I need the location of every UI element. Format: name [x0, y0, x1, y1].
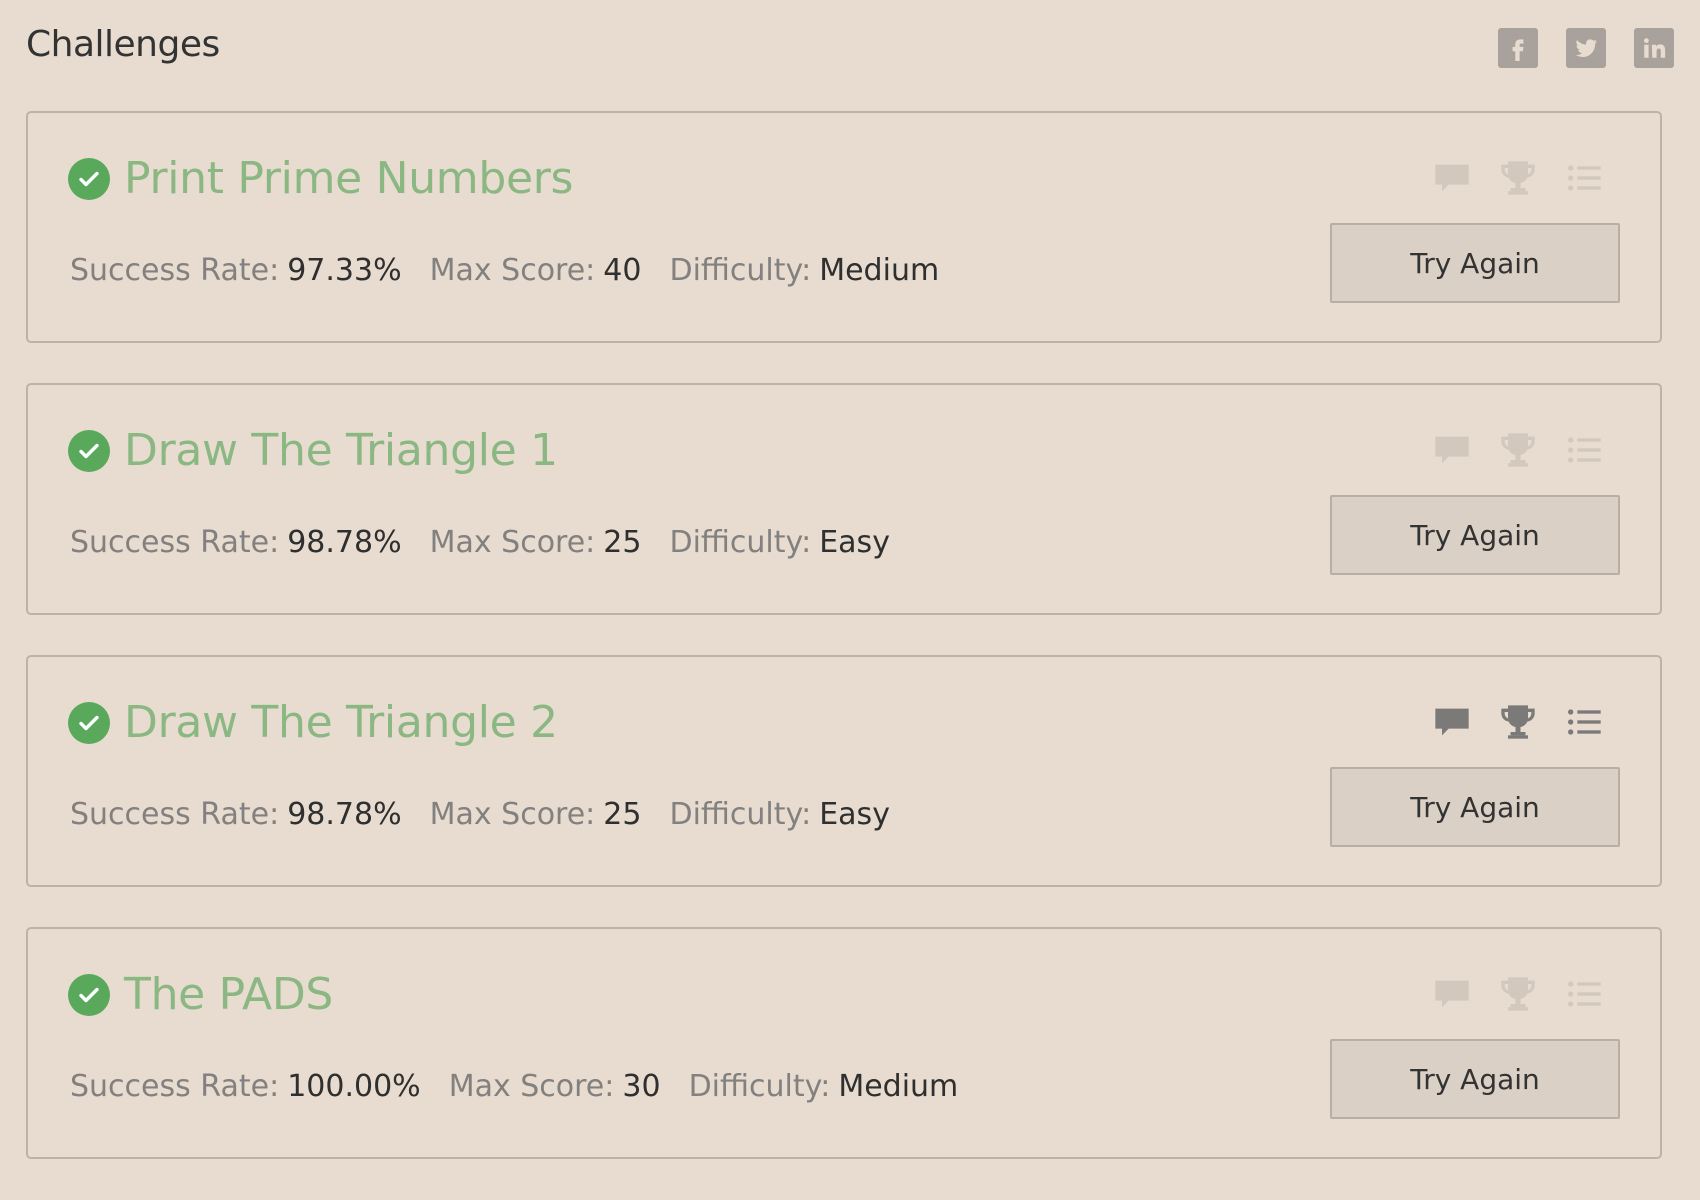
challenge-list: Print Prime Numbers Success Rate: 97.33%…	[26, 111, 1662, 1199]
discussion-icon[interactable]	[1431, 157, 1473, 199]
challenge-card: The PADS Success Rate: 100.00% Max Score…	[26, 927, 1662, 1159]
challenge-card: Draw The Triangle 2 Success Rate: 98.78%…	[26, 655, 1662, 887]
difficulty-label: Difficulty:	[669, 253, 812, 288]
difficulty: Difficulty: Medium	[689, 1069, 959, 1104]
success-rate-label: Success Rate:	[70, 253, 280, 288]
facebook-icon[interactable]	[1498, 28, 1538, 68]
difficulty-value: Medium	[819, 253, 940, 288]
page-title: Challenges	[26, 24, 220, 65]
challenge-stats: Success Rate: 98.78% Max Score: 25 Diffi…	[70, 525, 890, 560]
max-score: Max Score: 30	[449, 1069, 661, 1104]
try-again-button[interactable]: Try Again	[1330, 495, 1620, 575]
card-title-row: The PADS	[68, 969, 333, 1020]
max-score: Max Score: 25	[430, 797, 642, 832]
max-score-value: 40	[603, 253, 642, 288]
card-title-row: Draw The Triangle 2	[68, 697, 558, 748]
discussion-icon[interactable]	[1431, 973, 1473, 1015]
twitter-icon[interactable]	[1566, 28, 1606, 68]
challenge-title[interactable]: Draw The Triangle 1	[124, 425, 558, 476]
max-score-value: 30	[622, 1069, 661, 1104]
card-actions	[1431, 973, 1605, 1015]
leaderboard-list-icon[interactable]	[1563, 429, 1605, 471]
difficulty: Difficulty: Easy	[669, 797, 889, 832]
challenge-stats: Success Rate: 100.00% Max Score: 30 Diff…	[70, 1069, 958, 1104]
challenge-stats: Success Rate: 97.33% Max Score: 40 Diffi…	[70, 253, 939, 288]
challenge-card: Print Prime Numbers Success Rate: 97.33%…	[26, 111, 1662, 343]
max-score-label: Max Score:	[448, 1069, 615, 1104]
solved-check-icon	[68, 157, 110, 200]
max-score-label: Max Score:	[429, 797, 596, 832]
trophy-icon[interactable]	[1497, 429, 1539, 471]
difficulty-value: Easy	[819, 797, 890, 832]
challenge-card: Draw The Triangle 1 Success Rate: 98.78%…	[26, 383, 1662, 615]
max-score: Max Score: 40	[430, 253, 642, 288]
max-score-value: 25	[603, 797, 642, 832]
card-actions	[1431, 157, 1605, 199]
difficulty-value: Medium	[838, 1069, 959, 1104]
success-rate-label: Success Rate:	[70, 525, 280, 560]
difficulty-label: Difficulty:	[669, 797, 812, 832]
discussion-icon[interactable]	[1431, 429, 1473, 471]
page-header: Challenges	[26, 0, 1674, 96]
success-rate: Success Rate: 97.33%	[70, 253, 402, 288]
success-rate-value: 98.78%	[287, 797, 402, 832]
social-links	[1498, 28, 1674, 68]
max-score-label: Max Score:	[429, 253, 596, 288]
success-rate-value: 97.33%	[287, 253, 402, 288]
challenge-title[interactable]: Draw The Triangle 2	[124, 697, 558, 748]
difficulty-label: Difficulty:	[688, 1069, 831, 1104]
difficulty-label: Difficulty:	[669, 525, 812, 560]
success-rate: Success Rate: 100.00%	[70, 1069, 421, 1104]
difficulty-value: Easy	[819, 525, 890, 560]
success-rate-value: 98.78%	[287, 525, 402, 560]
discussion-icon[interactable]	[1431, 701, 1473, 743]
card-actions	[1431, 429, 1605, 471]
solved-check-icon	[68, 701, 110, 744]
difficulty: Difficulty: Medium	[669, 253, 939, 288]
success-rate-label: Success Rate:	[70, 797, 280, 832]
solved-check-icon	[68, 973, 110, 1016]
success-rate: Success Rate: 98.78%	[70, 525, 402, 560]
leaderboard-list-icon[interactable]	[1563, 973, 1605, 1015]
card-title-row: Draw The Triangle 1	[68, 425, 558, 476]
max-score-label: Max Score:	[429, 525, 596, 560]
challenge-title[interactable]: Print Prime Numbers	[124, 153, 573, 204]
try-again-button[interactable]: Try Again	[1330, 767, 1620, 847]
trophy-icon[interactable]	[1497, 701, 1539, 743]
success-rate: Success Rate: 98.78%	[70, 797, 402, 832]
difficulty: Difficulty: Easy	[669, 525, 889, 560]
success-rate-label: Success Rate:	[70, 1069, 280, 1104]
try-again-button[interactable]: Try Again	[1330, 223, 1620, 303]
leaderboard-list-icon[interactable]	[1563, 157, 1605, 199]
trophy-icon[interactable]	[1497, 157, 1539, 199]
success-rate-value: 100.00%	[287, 1069, 421, 1104]
max-score: Max Score: 25	[430, 525, 642, 560]
leaderboard-list-icon[interactable]	[1563, 701, 1605, 743]
solved-check-icon	[68, 429, 110, 472]
linkedin-icon[interactable]	[1634, 28, 1674, 68]
challenge-title[interactable]: The PADS	[124, 969, 333, 1020]
max-score-value: 25	[603, 525, 642, 560]
try-again-button[interactable]: Try Again	[1330, 1039, 1620, 1119]
card-actions	[1431, 701, 1605, 743]
challenge-stats: Success Rate: 98.78% Max Score: 25 Diffi…	[70, 797, 890, 832]
card-title-row: Print Prime Numbers	[68, 153, 573, 204]
trophy-icon[interactable]	[1497, 973, 1539, 1015]
